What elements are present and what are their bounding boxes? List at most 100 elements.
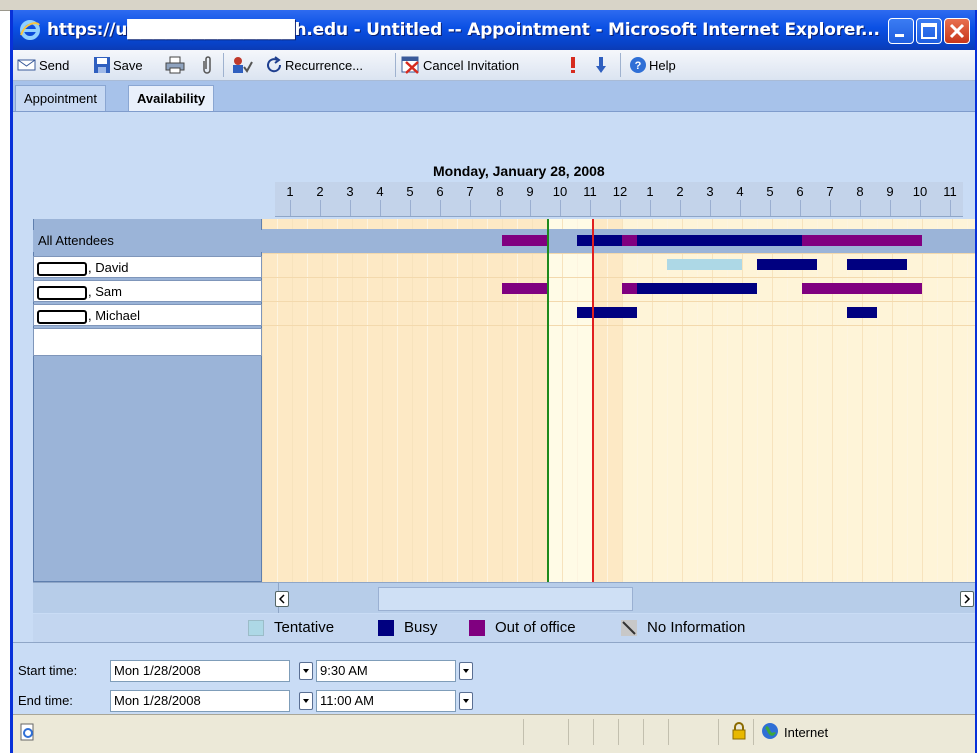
busy-block <box>577 235 622 246</box>
busy-block <box>757 259 817 270</box>
hour-tick <box>320 200 321 216</box>
scroll-left-button[interactable] <box>275 591 289 607</box>
freebusy-grid <box>262 219 975 582</box>
close-button[interactable] <box>944 18 970 44</box>
busy-swatch <box>378 619 394 636</box>
print-button[interactable] <box>165 54 187 76</box>
out-of-office-block <box>502 283 547 294</box>
start-date-field[interactable]: Mon 1/28/2008 <box>110 660 290 682</box>
meeting-end-line[interactable] <box>592 219 594 582</box>
hour-label: 2 <box>676 184 684 199</box>
redacted-name <box>37 309 87 324</box>
cancel-invitation-button[interactable]: Cancel Invitation <box>401 54 519 76</box>
save-label: Save <box>113 57 143 73</box>
grid-line <box>817 219 818 582</box>
meeting-slot-highlight <box>547 219 592 582</box>
low-importance-button[interactable] <box>595 54 609 76</box>
tab-appointment[interactable]: Appointment <box>15 85 106 111</box>
grid-line <box>772 219 773 582</box>
zone-label: Internet <box>784 725 829 740</box>
row-divider <box>262 277 975 278</box>
minimize-button[interactable] <box>888 18 914 44</box>
grid-line <box>487 219 488 582</box>
grid-line <box>292 219 293 582</box>
attendee-row[interactable]: , Sam <box>33 280 262 302</box>
hour-label: 4 <box>736 184 744 199</box>
status-divider <box>523 719 524 745</box>
end-date-field[interactable]: Mon 1/28/2008 <box>110 690 290 712</box>
attendee-row[interactable]: , David <box>33 256 262 278</box>
meeting-start-line[interactable] <box>547 219 549 582</box>
hour-tick <box>860 200 861 216</box>
status-bar: Internet <box>13 714 975 753</box>
print-icon <box>165 56 185 74</box>
start-time-field[interactable]: 9:30 AM <box>316 660 456 682</box>
busy-block <box>847 259 907 270</box>
afternoon-shade <box>622 219 975 582</box>
hour-tick <box>830 200 831 216</box>
toolbar-separator <box>395 53 396 77</box>
hour-label: 5 <box>766 184 774 199</box>
send-label: Send <box>39 57 70 73</box>
grid-line <box>502 219 503 582</box>
page-icon <box>20 723 34 741</box>
out-of-office-swatch <box>469 619 485 636</box>
end-date-dropdown[interactable] <box>299 692 313 710</box>
grid-line <box>262 219 263 582</box>
timeline-scroll-row <box>33 582 975 613</box>
check-names-button[interactable] <box>231 54 255 76</box>
hour-tick <box>380 200 381 216</box>
out-of-office-block <box>802 283 922 294</box>
exclamation-icon <box>571 57 575 73</box>
scrollbar-thumb[interactable] <box>378 587 633 611</box>
recurrence-button[interactable]: Recurrence... <box>265 54 363 76</box>
grid-line <box>892 219 893 582</box>
hour-label: 7 <box>466 184 474 199</box>
legend-tentative: Tentative <box>248 619 334 636</box>
hour-tick <box>680 200 681 216</box>
hour-tick <box>500 200 501 216</box>
add-attendee-input[interactable] <box>33 328 262 356</box>
toolbar: Send Save Recurrence... Cancel Invitatio… <box>13 50 975 81</box>
attendee-row[interactable]: , Michael <box>33 304 262 326</box>
help-button[interactable]: ? Help <box>629 54 676 76</box>
grid-line <box>697 219 698 582</box>
hour-label: 8 <box>856 184 864 199</box>
save-button[interactable]: Save <box>93 54 143 76</box>
scroll-right-button[interactable] <box>960 591 974 607</box>
lock-icon <box>732 722 746 740</box>
end-time-dropdown[interactable] <box>459 692 473 710</box>
hour-label: 7 <box>826 184 834 199</box>
hour-label: 12 <box>612 184 628 199</box>
high-importance-button[interactable] <box>568 54 580 76</box>
end-time-field[interactable]: 11:00 AM <box>316 690 456 712</box>
ie-icon <box>20 20 40 40</box>
tentative-block <box>667 259 742 270</box>
grid-line <box>862 219 863 582</box>
send-icon <box>17 59 36 71</box>
hour-label: 3 <box>346 184 354 199</box>
hour-label: 9 <box>886 184 894 199</box>
maximize-button[interactable] <box>916 18 942 44</box>
attach-button[interactable] <box>201 54 215 76</box>
time-footer: Start time: Mon 1/28/2008 9:30 AM End ti… <box>13 642 975 715</box>
title-bar[interactable]: https://u█████████████h.edu - Untitled -… <box>13 10 975 50</box>
grid-line <box>652 219 653 582</box>
window-title: https://u█████████████h.edu - Untitled -… <box>47 20 880 40</box>
tab-availability[interactable]: Availability <box>128 85 215 111</box>
status-divider <box>593 719 594 745</box>
hour-label: 6 <box>436 184 444 199</box>
out-of-office-block <box>622 235 637 246</box>
toolbar-separator <box>223 53 224 77</box>
status-divider <box>568 719 569 745</box>
legend-busy: Busy <box>378 619 437 636</box>
down-arrow-icon <box>596 57 606 73</box>
start-date-dropdown[interactable] <box>299 662 313 680</box>
grid-line <box>922 219 923 582</box>
cancel-invitation-icon <box>401 56 419 74</box>
out-of-office-block <box>622 283 637 294</box>
no-information-swatch <box>621 619 637 636</box>
start-time-dropdown[interactable] <box>459 662 473 680</box>
send-button[interactable]: Send <box>17 54 69 76</box>
grid-line <box>742 219 743 582</box>
